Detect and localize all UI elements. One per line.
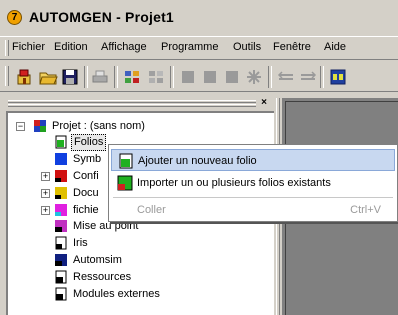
tree-item-label: Iris	[73, 237, 88, 249]
documentation-icon	[54, 186, 68, 200]
tree-item-label: Automsim	[73, 254, 122, 266]
import-folios-icon	[117, 175, 133, 191]
toolbar-separator	[320, 66, 324, 88]
connect-icon[interactable]	[244, 67, 264, 87]
toolbar-separator	[170, 66, 174, 88]
toolbar	[0, 62, 398, 92]
project-icon	[33, 119, 47, 133]
collapse-icon[interactable]: −	[16, 122, 25, 131]
stop-icon[interactable]	[178, 67, 198, 87]
expand-icon[interactable]: +	[41, 206, 50, 215]
toolbar-separator	[268, 66, 272, 88]
app-logo-icon: 7	[7, 10, 22, 25]
external-modules-icon	[54, 287, 68, 301]
menu-affichage[interactable]: Affichage	[101, 41, 147, 53]
folios-icon	[54, 135, 68, 149]
toolbar-separator	[114, 66, 118, 88]
toolbar-grip[interactable]	[5, 66, 9, 86]
expand-icon[interactable]: +	[41, 172, 50, 181]
expand-icon[interactable]: +	[41, 189, 50, 198]
title-bar: 7 AUTOMGEN - Projet1	[0, 0, 398, 34]
save-icon[interactable]	[60, 67, 80, 87]
open-folder-icon[interactable]	[38, 67, 58, 87]
tree-item-label: Ressources	[73, 271, 132, 283]
paste-label: Coller	[137, 204, 166, 216]
menu-outils[interactable]: Outils	[233, 41, 261, 53]
panel-header[interactable]: ×	[6, 98, 274, 110]
tree-item-label: Confi	[73, 170, 99, 182]
toolbar-separator	[84, 66, 88, 88]
paste-shortcut: Ctrl+V	[350, 204, 381, 216]
resources-icon	[54, 270, 68, 284]
tree-item-label: Folios	[71, 134, 107, 151]
debug-icon	[54, 219, 68, 233]
monitor-icon[interactable]	[298, 67, 318, 87]
menu-separator	[113, 197, 393, 198]
tree-root-label: Projet : (sans nom)	[52, 120, 145, 132]
iris-icon	[54, 236, 68, 250]
menu-edition[interactable]: Edition	[54, 41, 88, 53]
watch-icon[interactable]	[276, 67, 296, 87]
close-icon[interactable]: ×	[258, 98, 270, 109]
automsim-icon	[54, 253, 68, 267]
menu-aide[interactable]: Aide	[324, 41, 346, 53]
new-project-icon[interactable]	[14, 67, 34, 87]
menu-bar: Fichier Edition Affichage Programme Outi…	[0, 36, 398, 60]
symbols-icon	[54, 152, 68, 166]
context-menu: Ajouter un nouveau folio Importer un ou …	[108, 144, 398, 222]
menu-fichier[interactable]: Fichier	[12, 41, 45, 53]
files-icon	[54, 203, 68, 217]
add-folio-icon	[118, 153, 134, 169]
tree-item-label: Docu	[73, 187, 99, 199]
paste-menu-item[interactable]: Coller Ctrl+V	[111, 199, 395, 221]
tree-item-label: fichie	[73, 204, 99, 216]
compile-icon[interactable]	[122, 67, 142, 87]
menu-grip[interactable]	[5, 40, 9, 56]
tree-item-label: Symb	[73, 153, 102, 165]
configuration-icon	[54, 169, 68, 183]
print-icon[interactable]	[90, 67, 110, 87]
menu-programme[interactable]: Programme	[161, 41, 218, 53]
run-icon[interactable]	[146, 67, 166, 87]
menu-fenetre[interactable]: Fenêtre	[273, 41, 311, 53]
step-icon[interactable]	[200, 67, 220, 87]
import-folios-menu-item[interactable]: Importer un ou plusieurs folios existant…	[111, 172, 395, 194]
add-folio-menu-item[interactable]: Ajouter un nouveau folio	[111, 149, 395, 171]
import-folios-label: Importer un ou plusieurs folios existant…	[137, 177, 331, 189]
add-folio-label: Ajouter un nouveau folio	[138, 155, 257, 167]
pause-icon[interactable]	[222, 67, 242, 87]
go-icon[interactable]	[328, 67, 348, 87]
tree-item-label: Modules externes	[73, 288, 160, 300]
window-title: AUTOMGEN - Projet1	[29, 9, 174, 25]
